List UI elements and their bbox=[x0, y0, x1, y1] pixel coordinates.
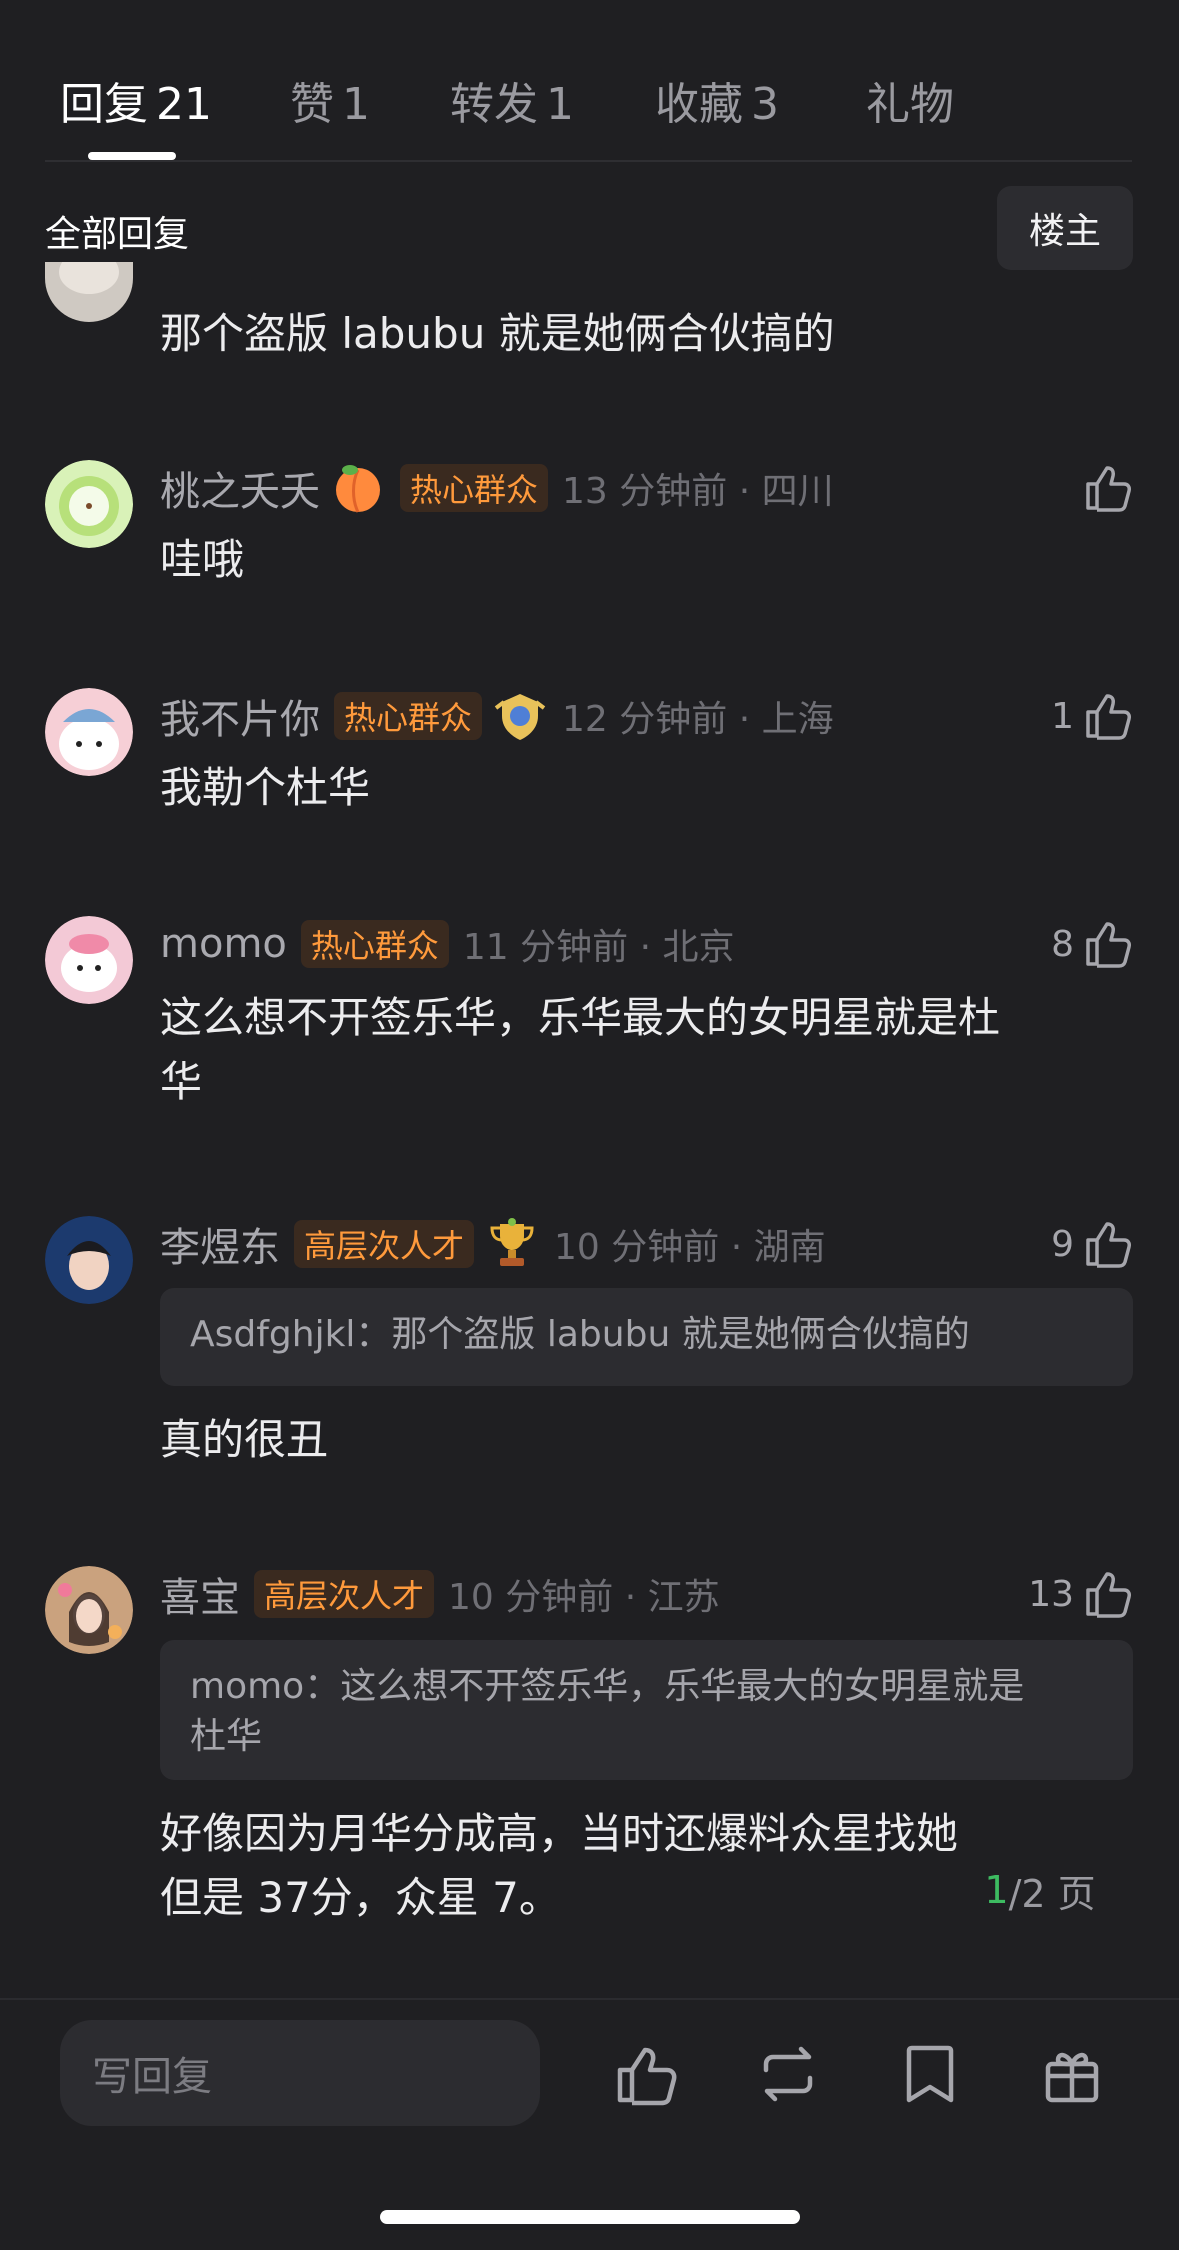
quote-line: momo：这么想不开签乐华，乐华最大的女明星就是 bbox=[190, 1666, 1025, 1707]
divider bbox=[0, 1998, 1179, 2000]
quote-line: 杜华 bbox=[190, 1716, 263, 1757]
tab-label: 收藏 bbox=[655, 79, 743, 130]
comment-time-location: 12 分钟前 · 上海 bbox=[562, 699, 834, 740]
comment-text: 好像因为月华分成高，当时还爆料众星找她 但是 37分，众星 7。 bbox=[160, 1802, 958, 1930]
tab-bar: 回复 21 赞1 转发 1 收藏 3 礼物 bbox=[0, 0, 1179, 162]
comment-time-location: 10 分钟前 · 江苏 bbox=[448, 1577, 720, 1618]
peach-icon bbox=[336, 465, 380, 513]
comment-meta: 李煜东 高层次人才 10 分钟前 · 湖南 bbox=[160, 1214, 826, 1274]
divider bbox=[45, 160, 1132, 162]
username[interactable]: 桃之夭夭 bbox=[160, 459, 320, 517]
tab-favorites[interactable]: 收藏 3 bbox=[655, 68, 779, 132]
owner-only-button[interactable]: 楼主 bbox=[997, 186, 1133, 270]
tab-count: 21 bbox=[156, 79, 212, 130]
thumbs-up-icon bbox=[1086, 1572, 1131, 1618]
like-button[interactable]: 1 bbox=[1051, 686, 1134, 746]
tab-gifts[interactable]: 礼物 bbox=[866, 68, 954, 132]
avatar[interactable] bbox=[45, 1566, 133, 1654]
trophy-icon bbox=[490, 1218, 534, 1266]
tab-label: 赞 bbox=[290, 79, 334, 130]
thumbs-up-icon bbox=[1086, 922, 1131, 968]
username[interactable]: 喜宝 bbox=[160, 1565, 240, 1623]
repost-icon[interactable] bbox=[754, 2040, 822, 2108]
tab-label: 礼物 bbox=[866, 79, 954, 130]
shield-medal-icon bbox=[494, 694, 546, 740]
username[interactable]: momo bbox=[160, 921, 287, 967]
comment-text-line: 华 bbox=[160, 1057, 203, 1106]
like-button[interactable]: 13 bbox=[1028, 1564, 1134, 1624]
thumbs-up-icon bbox=[1086, 694, 1131, 740]
comment-text: 哇哦 bbox=[160, 535, 245, 584]
all-replies-label: 全部回复 bbox=[45, 214, 190, 255]
comment-text: 这么想不开签乐华，乐华最大的女明星就是杜 华 bbox=[160, 986, 1000, 1114]
active-tab-indicator bbox=[88, 152, 176, 160]
avatar[interactable] bbox=[45, 460, 133, 548]
tab-count: 1 bbox=[546, 79, 574, 130]
tab-likes[interactable]: 赞1 bbox=[290, 68, 370, 132]
comment-meta: 喜宝 高层次人才 10 分钟前 · 江苏 bbox=[160, 1564, 720, 1624]
avatar[interactable] bbox=[45, 1216, 133, 1304]
avatar[interactable] bbox=[45, 688, 133, 776]
page-total: /2 页 bbox=[1008, 1871, 1096, 1916]
like-button[interactable]: 8 bbox=[1051, 914, 1134, 974]
user-badge: 热心群众 bbox=[334, 692, 483, 740]
avatar[interactable] bbox=[45, 262, 133, 322]
thumbs-up-icon bbox=[1086, 466, 1131, 512]
comment-text: 那个盗版 labubu 就是她俩合伙搞的 bbox=[160, 309, 835, 358]
comment-time-location: 11 分钟前 · 北京 bbox=[462, 927, 735, 968]
thumbs-up-icon[interactable] bbox=[612, 2040, 680, 2108]
thumbs-up-icon bbox=[1086, 1222, 1131, 1268]
tab-label: 回复 bbox=[60, 79, 148, 130]
like-count: 13 bbox=[1028, 1573, 1074, 1615]
page-indicator[interactable]: 1/2 页 bbox=[950, 1850, 1130, 1930]
like-count: 9 bbox=[1051, 1223, 1074, 1265]
tab-replies[interactable]: 回复 21 bbox=[60, 68, 212, 132]
quoted-reply[interactable]: momo：这么想不开签乐华，乐华最大的女明星就是 杜华 bbox=[160, 1640, 1133, 1780]
current-page: 1 bbox=[984, 1868, 1009, 1912]
tab-count: 1 bbox=[342, 79, 370, 130]
comment-text-line: 但是 37分，众星 7。 bbox=[160, 1873, 561, 1922]
bookmark-icon[interactable] bbox=[896, 2040, 964, 2108]
comment-text: 真的很丑 bbox=[160, 1415, 329, 1464]
user-badge: 高层次人才 bbox=[254, 1570, 435, 1618]
comment-text-line: 好像因为月华分成高，当时还爆料众星找她 bbox=[160, 1809, 959, 1858]
like-button[interactable]: 9 bbox=[1051, 1214, 1134, 1274]
comment-time-location: 13 分钟前 · 四川 bbox=[562, 471, 834, 512]
user-badge: 高层次人才 bbox=[294, 1220, 475, 1268]
like-count: 1 bbox=[1051, 695, 1074, 737]
tab-label: 转发 bbox=[450, 79, 538, 130]
home-indicator bbox=[380, 2210, 800, 2224]
avatar[interactable] bbox=[45, 916, 133, 1004]
comment-meta: 桃之夭夭 热心群众 13 分钟前 · 四川 bbox=[160, 458, 834, 518]
tab-reposts[interactable]: 转发 1 bbox=[450, 68, 574, 132]
comment-text-line: 这么想不开签乐华，乐华最大的女明星就是杜 bbox=[160, 993, 1001, 1042]
quoted-reply[interactable]: Asdfghjkl：那个盗版 labubu 就是她俩合伙搞的 bbox=[160, 1288, 1133, 1386]
like-button[interactable] bbox=[1074, 458, 1134, 518]
tab-count: 3 bbox=[751, 79, 779, 130]
user-badge: 热心群众 bbox=[400, 464, 549, 512]
comment-meta: 我不片你 热心群众 12 分钟前 · 上海 bbox=[160, 686, 834, 746]
like-count: 8 bbox=[1051, 923, 1074, 965]
username[interactable]: 我不片你 bbox=[160, 687, 320, 745]
comment-time-location: 10 分钟前 · 湖南 bbox=[554, 1227, 826, 1268]
comment-meta: momo 热心群众 11 分钟前 · 北京 bbox=[160, 914, 734, 974]
gift-icon[interactable] bbox=[1038, 2040, 1106, 2108]
user-badge: 热心群众 bbox=[300, 920, 449, 968]
comment-text: 我勒个杜华 bbox=[160, 763, 371, 812]
reply-input[interactable]: 写回复 bbox=[60, 2020, 540, 2126]
username[interactable]: 李煜东 bbox=[160, 1215, 280, 1273]
